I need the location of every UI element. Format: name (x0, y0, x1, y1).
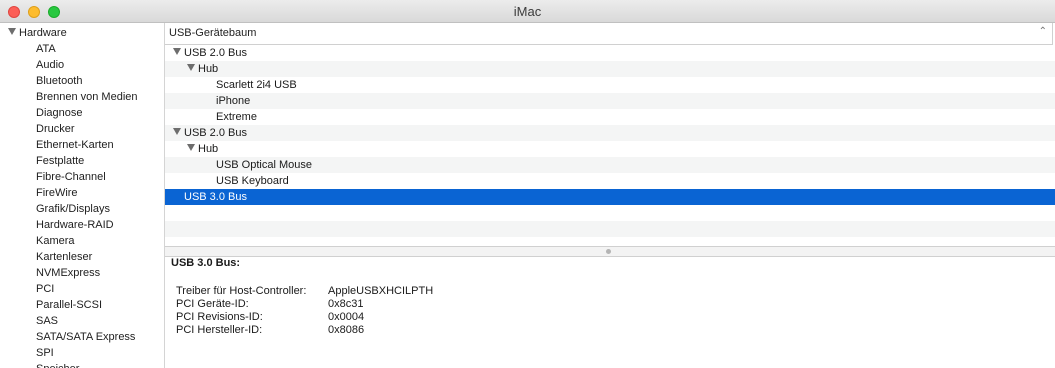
column-header[interactable]: USB-Gerätebaum ⌃ (165, 23, 1053, 45)
detail-field: PCI Geräte-ID: 0x8c31 (176, 298, 363, 311)
tree-row-label: USB 3.0 Bus (184, 191, 247, 203)
sidebar-item[interactable]: ATA (36, 41, 56, 57)
tree-row-label: USB 2.0 Bus (184, 127, 247, 139)
tree-row[interactable]: iPhone (165, 93, 1055, 109)
sidebar-section-hardware[interactable]: Hardware (8, 25, 67, 41)
tree-row[interactable]: USB Keyboard (165, 173, 1055, 189)
sidebar-item[interactable]: Brennen von Medien (36, 89, 138, 105)
sidebar-item[interactable]: Grafik/Displays (36, 201, 110, 217)
empty-row (165, 221, 1055, 237)
main-pane: USB-Gerätebaum ⌃ USB 2.0 Bus Hub Scarlett … (165, 23, 1055, 368)
detail-field-key: PCI Geräte-ID: (176, 298, 249, 310)
sidebar-section-label: Hardware (19, 27, 67, 39)
window-title: iMac (513, 4, 542, 19)
detail-field-value: 0x8c31 (328, 298, 364, 310)
detail-field: Treiber für Host-Controller: AppleUSBXHCI… (176, 285, 433, 298)
tree-row-label: USB Optical Mouse (216, 159, 312, 171)
detail-title: USB 3.0 Bus: (171, 257, 241, 269)
usb-device-tree[interactable]: USB 2.0 Bus Hub Scarlett 2i4 USB iPhone Extr… (165, 45, 1055, 245)
tree-row-label: USB 2.0 Bus (184, 47, 247, 59)
detail-field: PCI Hersteller-ID: 0x8086 (176, 324, 364, 337)
disclosure-triangle-icon[interactable] (173, 128, 181, 135)
sidebar-item[interactable]: NVMExpress (36, 265, 100, 281)
tree-row-label: Extreme (216, 111, 257, 123)
sidebar-item[interactable]: Audio (36, 57, 64, 73)
sidebar-item[interactable]: Kamera (36, 233, 75, 249)
detail-field-key: PCI Revisions-ID: (176, 311, 263, 323)
disclosure-triangle-icon[interactable] (187, 64, 195, 71)
tree-row-label: Scarlett 2i4 USB (216, 79, 297, 91)
sidebar-item[interactable]: Bluetooth (36, 73, 82, 89)
sidebar-item[interactable]: Drucker (36, 121, 75, 137)
tree-row[interactable]: USB 2.0 Bus (165, 125, 1055, 141)
tree-row[interactable]: Scarlett 2i4 USB (165, 77, 1055, 93)
detail-field-value: 0x8086 (328, 324, 365, 336)
sidebar-item[interactable]: Diagnose (36, 105, 82, 121)
disclosure-triangle-icon[interactable] (187, 144, 195, 151)
sidebar-item[interactable]: FireWire (36, 185, 78, 201)
tree-row[interactable]: Extreme (165, 109, 1055, 125)
sort-ascending-icon: ⌃ (1038, 26, 1047, 37)
empty-row (165, 205, 1055, 221)
sidebar-item[interactable]: Speicher (36, 361, 79, 368)
sidebar-item[interactable]: Hardware-RAID (36, 217, 114, 233)
sidebar-item[interactable]: PCI (36, 281, 54, 297)
split-view-divider[interactable] (165, 246, 1055, 257)
column-separator (1052, 23, 1053, 44)
detail-field-key: PCI Hersteller-ID: (176, 324, 263, 336)
detail-field-key: Treiber für Host-Controller: (176, 285, 307, 297)
tree-row[interactable]: USB 3.0 Bus (165, 189, 1055, 205)
tree-row[interactable]: USB Optical Mouse (165, 157, 1055, 173)
sidebar-item[interactable]: Festplatte (36, 153, 84, 169)
column-header-label: USB-Gerätebaum (169, 27, 257, 39)
disclosure-triangle-icon[interactable] (8, 28, 16, 35)
tree-row-label: Hub (198, 143, 219, 155)
detail-field-value: 0x0004 (328, 311, 365, 323)
tree-row-label: Hub (198, 63, 219, 75)
detail-field: PCI Revisions-ID: 0x0004 (176, 311, 364, 324)
tree-row-label: iPhone (216, 95, 251, 107)
detail-field-value: AppleUSBXHCILPTH (328, 285, 434, 297)
sidebar-item[interactable]: Kartenleser (36, 249, 92, 265)
sidebar-item[interactable]: Ethernet-Karten (36, 137, 114, 153)
tree-row[interactable]: USB 2.0 Bus (165, 45, 1055, 61)
tree-row[interactable]: Hub (165, 141, 1055, 157)
divider-handle-icon[interactable] (606, 249, 611, 254)
tree-row-label: USB Keyboard (216, 175, 289, 187)
detail-pane: USB 3.0 Bus: Treiber für Host-Controller… (165, 257, 1055, 368)
sidebar-item[interactable]: SAS (36, 313, 58, 329)
sidebar: Hardware ATA Audio Bluetooth Brennen von Me… (0, 23, 165, 368)
disclosure-triangle-icon[interactable] (173, 48, 181, 55)
sidebar-item[interactable]: SATA/SATA Express (36, 329, 135, 345)
tree-row[interactable]: Hub (165, 61, 1055, 77)
sidebar-item[interactable]: Fibre-Channel (36, 169, 106, 185)
title-bar: iMac (0, 0, 1055, 23)
sidebar-item[interactable]: SPI (36, 345, 54, 361)
sidebar-item[interactable]: Parallel-SCSI (36, 297, 102, 313)
